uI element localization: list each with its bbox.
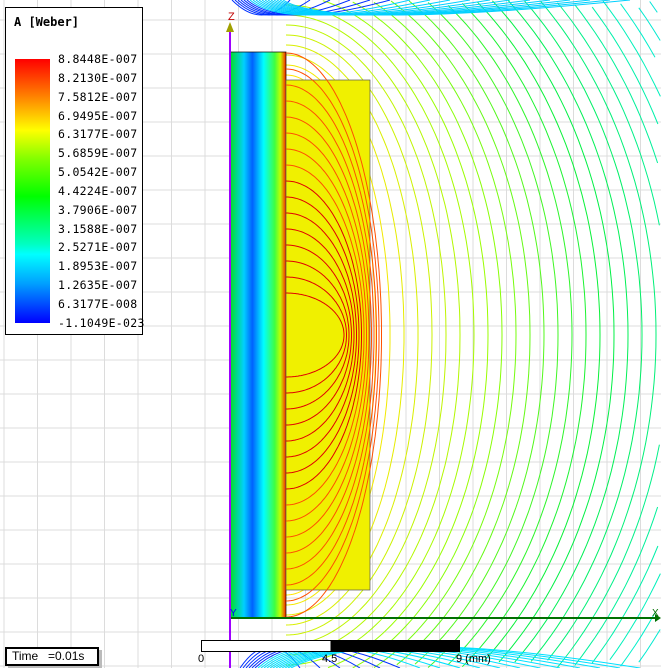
flux-line xyxy=(523,0,643,662)
legend-title: A [Weber] xyxy=(14,15,80,29)
legend-tick: 1.2635E-007 xyxy=(58,278,138,293)
flux-line xyxy=(649,1,658,13)
x-axis-label: X xyxy=(652,608,659,619)
z-axis-arrow-icon xyxy=(226,22,234,32)
legend-tick: 5.0542E-007 xyxy=(58,165,138,180)
flux-line xyxy=(602,0,661,97)
legend-tick: 8.8448E-007 xyxy=(58,52,138,66)
scale-label-2: 9 (mm) xyxy=(456,653,491,665)
legend-tick: 5.6859E-007 xyxy=(58,146,138,161)
time-value: =0.01s xyxy=(48,649,85,663)
flux-line xyxy=(447,4,573,666)
flux-line xyxy=(574,506,659,666)
legend-tick: 7.5812E-007 xyxy=(58,89,138,104)
flux-line xyxy=(591,6,659,125)
flux-line xyxy=(461,2,587,668)
time-label: Time xyxy=(12,649,39,663)
scale-label-1: 4.5 xyxy=(322,653,338,665)
time-indicator: Time =0.01s xyxy=(5,647,99,666)
y-axis-label: Y xyxy=(230,608,237,619)
coil-region xyxy=(285,79,371,591)
legend-tick: 4.4224E-007 xyxy=(58,183,138,198)
flux-line xyxy=(620,612,656,667)
legend-ticks: 8.8448E-007 8.2130E-007 7.5812E-007 6.9495E… xyxy=(58,52,145,335)
flux-line xyxy=(620,3,656,58)
flux-line xyxy=(476,1,601,662)
flux-line xyxy=(408,0,545,665)
legend-tick: -1.1049E-023 xyxy=(58,315,145,330)
legend-tick: 3.1588E-007 xyxy=(58,221,138,236)
flux-line xyxy=(373,1,517,668)
legend-tick: 1.8953E-007 xyxy=(58,259,138,274)
flux-line xyxy=(507,0,629,663)
color-bar xyxy=(15,59,50,323)
flux-line xyxy=(557,444,660,668)
scale-label-0: 0 xyxy=(198,653,205,665)
legend-tick: 6.3177E-008 xyxy=(58,296,138,311)
core-region xyxy=(229,51,287,619)
legend-tick: 8.2130E-007 xyxy=(58,70,138,85)
flux-line xyxy=(557,2,660,226)
legend-tick: 3.7906E-007 xyxy=(58,202,138,217)
legend-tick: 6.9495E-007 xyxy=(58,108,138,123)
flux-line xyxy=(492,0,615,663)
flux-line xyxy=(352,1,503,668)
color-legend: A [Weber] 8.8448E-007 8.2130E-007 7.5812E-… xyxy=(5,7,145,335)
legend-tick: 2.5271E-007 xyxy=(58,240,138,255)
legend-tick: 6.3177E-007 xyxy=(58,127,138,142)
scale-bar xyxy=(201,640,460,652)
z-axis-label: Z xyxy=(228,11,235,23)
flux-line xyxy=(574,4,659,164)
